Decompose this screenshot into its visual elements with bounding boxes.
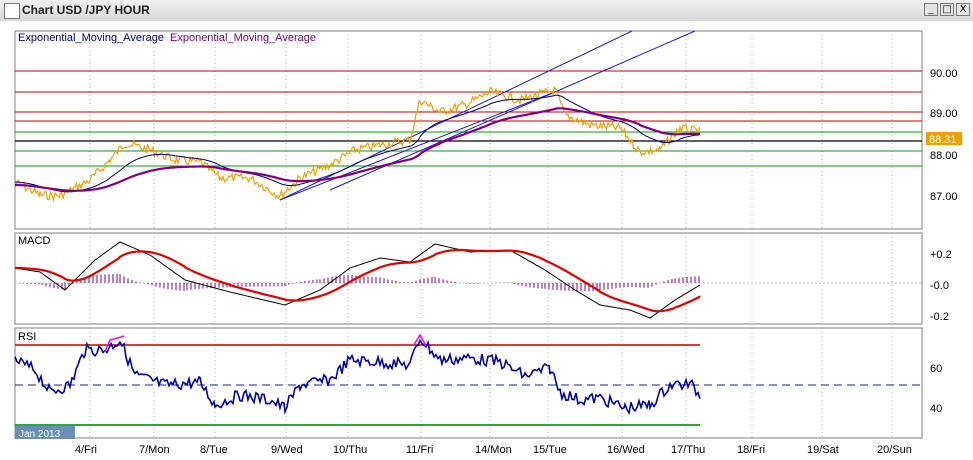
x-axis: 4/Fri 7/Mon 8/Tue 9/Wed 10/Thu 11/Fri 14/Mon 15…: [75, 444, 912, 456]
rsi-axis-tick: 60: [930, 363, 942, 375]
x-axis-day-label: 9/Wed: [271, 444, 303, 456]
x-axis-day-label: 11/Fri: [406, 444, 433, 456]
x-axis-day-label: 15/Tue: [533, 444, 567, 456]
close-button[interactable]: X: [956, 3, 970, 16]
chart-app-icon: [4, 3, 20, 19]
x-axis-day-label: 10/Thu: [333, 444, 367, 456]
x-axis-day-label: 18/Fri: [737, 444, 765, 456]
x-axis-day-label: 20/Sun: [877, 444, 912, 456]
x-axis-day-label: 16/Wed: [607, 444, 645, 456]
x-axis-day-label: 8/Tue: [200, 444, 228, 456]
macd-axis-tick: -0.0: [930, 280, 949, 292]
rsi-axis-tick: 40: [930, 403, 942, 415]
window-title: Chart USD /JPY HOUR: [22, 3, 150, 17]
current-price-text: 88.31: [929, 134, 957, 146]
macd-panel[interactable]: [14, 232, 923, 325]
x-axis-day-label: 14/Mon: [475, 444, 512, 456]
price-axis-tick: 89.00: [930, 108, 958, 120]
chart-svg[interactable]: Exponential_Moving_Average Exponential_M…: [0, 21, 973, 460]
price-axis-tick: 88.00: [930, 150, 958, 162]
ema-label-fast: Exponential_Moving_Average: [18, 32, 164, 44]
x-axis-day-label: 7/Mon: [139, 444, 170, 456]
minimize-button[interactable]: _: [924, 3, 938, 16]
date-badge-text: Jan 2013: [19, 429, 61, 440]
x-axis-day-label: 4/Fri: [75, 444, 97, 456]
window-titlebar: Chart USD /JPY HOUR _ □ X: [0, 0, 973, 22]
rsi-label: RSI: [18, 331, 36, 343]
ema-label-slow: Exponential_Moving_Average: [170, 32, 316, 44]
chart-canvas[interactable]: Exponential_Moving_Average Exponential_M…: [0, 21, 973, 460]
macd-axis-tick: +0.2: [930, 249, 952, 261]
restore-button[interactable]: □: [940, 3, 954, 16]
price-axis-tick: 87.00: [930, 191, 958, 203]
macd-axis-tick: -0.2: [930, 311, 949, 323]
x-axis-day-label: 19/Sat: [807, 444, 839, 456]
price-axis-tick: 90.00: [930, 68, 958, 80]
macd-label: MACD: [18, 235, 50, 247]
x-axis-day-label: 17/Thu: [671, 444, 705, 456]
